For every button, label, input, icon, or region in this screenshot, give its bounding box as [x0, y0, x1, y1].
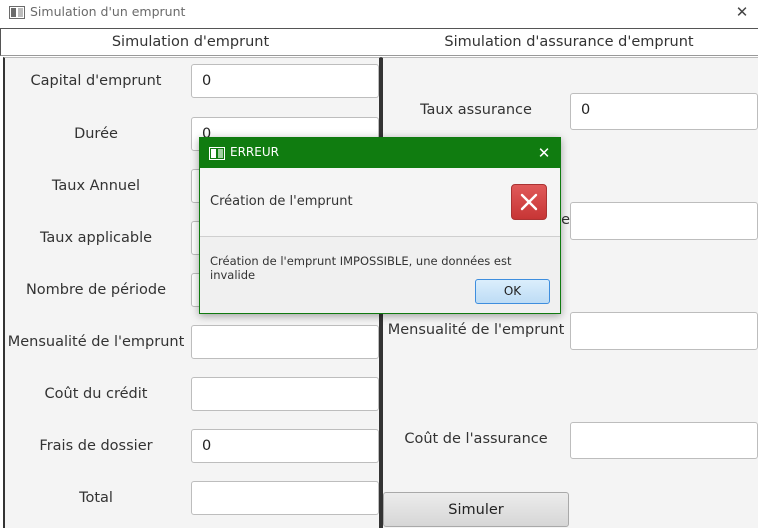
dialog-header-text: Création de l'emprunt [210, 194, 353, 209]
mensualite-label: Mensualité de l'emprunt [7, 334, 185, 350]
duree-label: Durée [74, 126, 118, 142]
taux-assurance-label: Taux assurance [420, 102, 532, 118]
app-window-icon [9, 6, 25, 19]
total-label: Total [79, 490, 113, 506]
taux-applicable-label: Taux applicable [39, 230, 153, 246]
frais-dossier-input[interactable]: 0 [191, 429, 379, 463]
insurance-second-input[interactable] [570, 202, 758, 240]
window-title: Simulation d'un emprunt [30, 4, 186, 19]
loan-panel-header: Simulation d'emprunt [0, 28, 380, 56]
dialog-header: Création de l'emprunt [200, 168, 560, 237]
dialog-window-icon [209, 147, 225, 160]
capital-input[interactable]: 0 [191, 64, 379, 98]
nombre-periode-label: Nombre de période [25, 282, 167, 298]
window-titlebar: Simulation d'un emprunt ✕ [0, 0, 758, 26]
mensualite-assurance-label: Mensualité de l'emprunt [387, 322, 565, 338]
taux-assurance-input[interactable]: 0 [570, 93, 758, 130]
insurance-panel-header: Simulation d'assurance d'emprunt [380, 28, 758, 56]
dialog-message: Création de l'emprunt IMPOSSIBLE, une do… [210, 254, 512, 282]
mensualite-input[interactable] [191, 325, 379, 359]
cout-credit-input[interactable] [191, 377, 379, 411]
window-close-icon[interactable]: ✕ [732, 2, 752, 22]
error-dialog: ERREUR ✕ Création de l'emprunt Création … [199, 137, 561, 314]
taux-annuel-label: Taux Annuel [51, 178, 141, 194]
frais-dossier-label: Frais de dossier [39, 438, 153, 454]
error-icon [511, 184, 547, 220]
ok-button[interactable]: OK [475, 279, 550, 304]
cout-assurance-input[interactable] [570, 422, 758, 459]
dialog-title: ERREUR [230, 145, 279, 159]
dialog-close-icon[interactable]: ✕ [534, 143, 554, 163]
simuler-button[interactable]: Simuler [383, 492, 569, 527]
cout-credit-label: Coût du crédit [44, 386, 148, 402]
mensualite-assurance-input[interactable] [570, 312, 758, 350]
capital-label: Capital d'emprunt [30, 73, 162, 89]
cout-assurance-label: Coût de l'assurance [404, 431, 548, 447]
dialog-titlebar: ERREUR ✕ [200, 138, 560, 168]
total-input[interactable] [191, 481, 379, 515]
